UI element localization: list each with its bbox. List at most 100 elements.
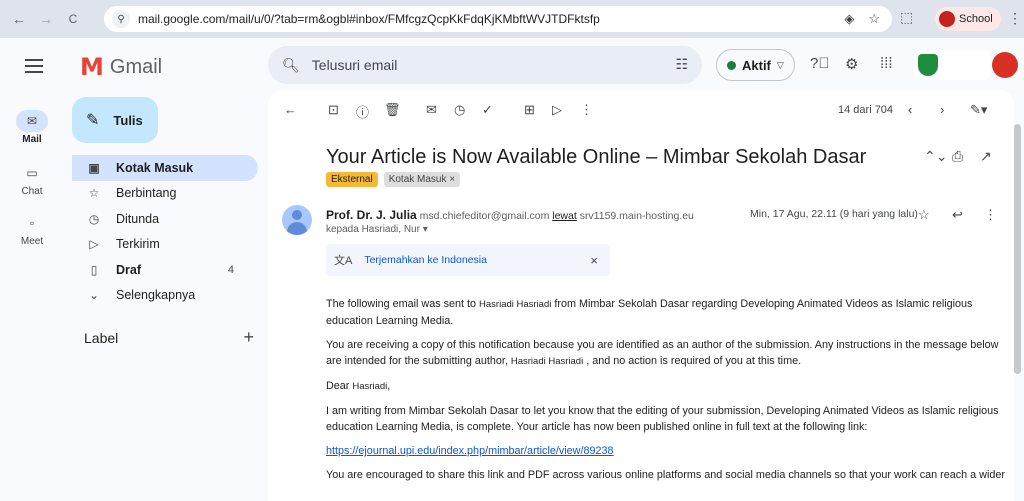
status-label: Aktif bbox=[742, 57, 771, 73]
gmail-logo[interactable]: M Gmail bbox=[80, 53, 162, 81]
input-tools-icon[interactable]: ✎▾ bbox=[970, 102, 987, 118]
compose-label: Tulis bbox=[113, 112, 143, 128]
labels-title: Label bbox=[84, 330, 119, 346]
site-info-icon[interactable]: ⚲ bbox=[112, 10, 130, 28]
more-options-icon[interactable]: ⋮ bbox=[580, 102, 593, 118]
url-text: mail.google.com/mail/u/0/?tab=rm&ogbl#in… bbox=[138, 12, 600, 26]
snooze-icon[interactable]: ◷ bbox=[454, 102, 465, 118]
sidebar-item-snoozed[interactable]: ◷ Ditunda bbox=[72, 206, 258, 232]
labels-header: Label + bbox=[84, 327, 254, 348]
add-task-icon[interactable]: ✓ bbox=[482, 102, 493, 118]
drafts-count: 4 bbox=[227, 263, 234, 276]
browser-menu-icon[interactable]: ⋮ bbox=[1008, 10, 1022, 27]
sender-info: Prof. Dr. J. Julia msd.chiefeditor@gmail… bbox=[326, 208, 694, 222]
search-placeholder: Telusuri email bbox=[311, 57, 398, 73]
print-icon[interactable]: ⎙ bbox=[952, 148, 963, 165]
organization-shield-icon bbox=[918, 54, 938, 76]
add-label-button[interactable]: + bbox=[243, 327, 254, 348]
extensions-icon[interactable]: ⬚ bbox=[900, 9, 913, 26]
rail-label-mail: Mail bbox=[22, 134, 42, 145]
apps-grid-icon[interactable]: ⁞⁞⁞ bbox=[880, 55, 893, 72]
bookmark-star-icon[interactable]: ☆ bbox=[868, 11, 880, 27]
rail-label-meet: Meet bbox=[20, 236, 44, 247]
back-button[interactable]: ← bbox=[8, 8, 30, 30]
rail-item-meet[interactable]: ▫ Meet bbox=[0, 212, 64, 247]
sidebar-item-sent[interactable]: ▷ Terkirim bbox=[72, 232, 258, 258]
message-subject: Your Article is Now Available Online – M… bbox=[326, 146, 867, 168]
message-body: The following email was sent to Hasriadi… bbox=[326, 296, 1006, 491]
organization-logo[interactable] bbox=[914, 50, 990, 80]
main-menu-button[interactable] bbox=[22, 55, 46, 75]
sender-name[interactable]: Prof. Dr. J. Julia bbox=[326, 208, 417, 222]
body-paragraph: https://ejournal.upi.edu/index.php/mimba… bbox=[326, 443, 1006, 459]
sidebar-item-more[interactable]: ⌄ Selengkapnya bbox=[72, 283, 258, 309]
help-icon[interactable]: ?⃝ bbox=[810, 55, 830, 72]
recipient-details[interactable]: kepada Hasriadi, Nur ▾ bbox=[326, 224, 428, 235]
mark-unread-icon[interactable]: ✉ bbox=[426, 102, 437, 118]
sidebar-nav: ▣ Kotak Masuk ☆ Berbintang ◷ Ditunda ▷ T… bbox=[72, 155, 258, 308]
draft-icon: ▯ bbox=[90, 262, 98, 277]
inbox-icon: ▣ bbox=[88, 160, 100, 175]
forward-button[interactable]: → bbox=[35, 8, 57, 30]
sidebar-item-drafts[interactable]: ▯ Draf 4 bbox=[72, 257, 258, 283]
rail-item-mail[interactable]: ✉ Mail bbox=[0, 110, 64, 145]
sidebar-item-starred[interactable]: ☆ Berbintang bbox=[72, 181, 258, 207]
body-greeting: Dear Hasriadi, bbox=[326, 380, 391, 392]
message-toolbar: ← ⊡ ⓘ 🗑︎ ✉ ◷ ✓ ⊞ ▷ ⋮ 14 dari 704 ‹ › ✎▾ bbox=[268, 90, 1014, 130]
sidebar-item-label: Kotak Masuk bbox=[116, 160, 194, 175]
message-scrollbar[interactable] bbox=[1014, 124, 1021, 374]
sidebar-item-label: Terkirim bbox=[116, 237, 160, 252]
browser-toolbar: ← → C ⚲ mail.google.com/mail/u/0/?tab=rm… bbox=[0, 0, 1024, 38]
search-input[interactable]: 🔍︎ Telusuri email ☷ bbox=[268, 46, 702, 84]
body-paragraph: I am writing from Mimbar Sekolah Dasar t… bbox=[326, 405, 999, 433]
search-options-icon[interactable]: ☷ bbox=[675, 56, 688, 73]
star-icon: ☆ bbox=[88, 186, 100, 201]
profile-avatar bbox=[939, 11, 955, 27]
clock-icon: ◷ bbox=[88, 211, 100, 226]
reload-button[interactable]: C bbox=[62, 8, 84, 30]
settings-gear-icon[interactable]: ⚙ bbox=[845, 55, 858, 73]
article-link[interactable]: https://ejournal.upi.edu/index.php/mimba… bbox=[326, 445, 613, 457]
message-view: ← ⊡ ⓘ 🗑︎ ✉ ◷ ✓ ⊞ ▷ ⋮ 14 dari 704 ‹ › ✎▾ … bbox=[268, 90, 1014, 501]
reply-icon[interactable]: ↩ bbox=[952, 207, 963, 223]
star-icon[interactable]: ☆ bbox=[918, 207, 930, 223]
rail-item-chat[interactable]: ▭ Chat bbox=[0, 162, 64, 197]
status-dot bbox=[727, 60, 736, 70]
rail-label-chat: Chat bbox=[21, 186, 43, 197]
chevron-down-icon: ⌄ bbox=[88, 288, 100, 303]
chat-icon: ▭ bbox=[26, 166, 38, 180]
install-app-icon[interactable]: ◈ bbox=[844, 11, 854, 27]
via-link[interactable]: lewat bbox=[552, 210, 577, 222]
move-to-icon[interactable]: ⊞ bbox=[524, 102, 535, 118]
search-icon[interactable]: 🔍︎ bbox=[282, 57, 300, 74]
newer-icon[interactable]: ‹ bbox=[908, 102, 912, 117]
compose-button[interactable]: ✎ Tulis bbox=[72, 97, 158, 143]
expand-all-icon[interactable]: ⌃⌄ bbox=[924, 148, 947, 165]
translate-link[interactable]: Terjemahkan ke Indonesia bbox=[364, 254, 487, 266]
address-bar[interactable]: ⚲ mail.google.com/mail/u/0/?tab=rm&ogbl#… bbox=[104, 6, 892, 32]
pencil-icon: ✎ bbox=[86, 112, 100, 129]
status-dropdown[interactable]: Aktif ▽ bbox=[716, 49, 795, 81]
label-icon[interactable]: ▷ bbox=[552, 102, 562, 118]
via-host: srv1159.main-hosting.eu bbox=[579, 210, 694, 222]
omnibox-actions: ◈ ☆ bbox=[844, 11, 880, 27]
message-tags: Eksternal Kotak Masuk × bbox=[326, 172, 461, 187]
archive-icon[interactable]: ⊡ bbox=[328, 102, 339, 118]
profile-label: School bbox=[959, 13, 993, 25]
gmail-m-icon: M bbox=[80, 53, 104, 81]
more-vert-icon[interactable]: ⋮ bbox=[984, 207, 997, 223]
delete-icon[interactable]: 🗑︎ bbox=[384, 102, 401, 118]
back-to-inbox-icon[interactable]: ← bbox=[284, 102, 297, 117]
open-new-window-icon[interactable]: ↗ bbox=[980, 148, 992, 165]
account-avatar[interactable] bbox=[992, 52, 1018, 78]
inbox-label-chip[interactable]: Kotak Masuk × bbox=[383, 172, 461, 187]
sender-email: msd.chiefeditor@gmail.com bbox=[419, 210, 550, 222]
profile-button[interactable]: School bbox=[935, 7, 1001, 31]
video-icon: ▫ bbox=[29, 216, 35, 230]
sender-avatar[interactable] bbox=[282, 205, 312, 235]
close-icon[interactable]: × bbox=[590, 253, 598, 268]
report-spam-icon[interactable]: ⓘ bbox=[356, 102, 369, 121]
sidebar-item-label: Draf bbox=[116, 262, 142, 277]
sidebar-item-inbox[interactable]: ▣ Kotak Masuk bbox=[72, 155, 258, 181]
older-icon[interactable]: › bbox=[940, 102, 944, 117]
